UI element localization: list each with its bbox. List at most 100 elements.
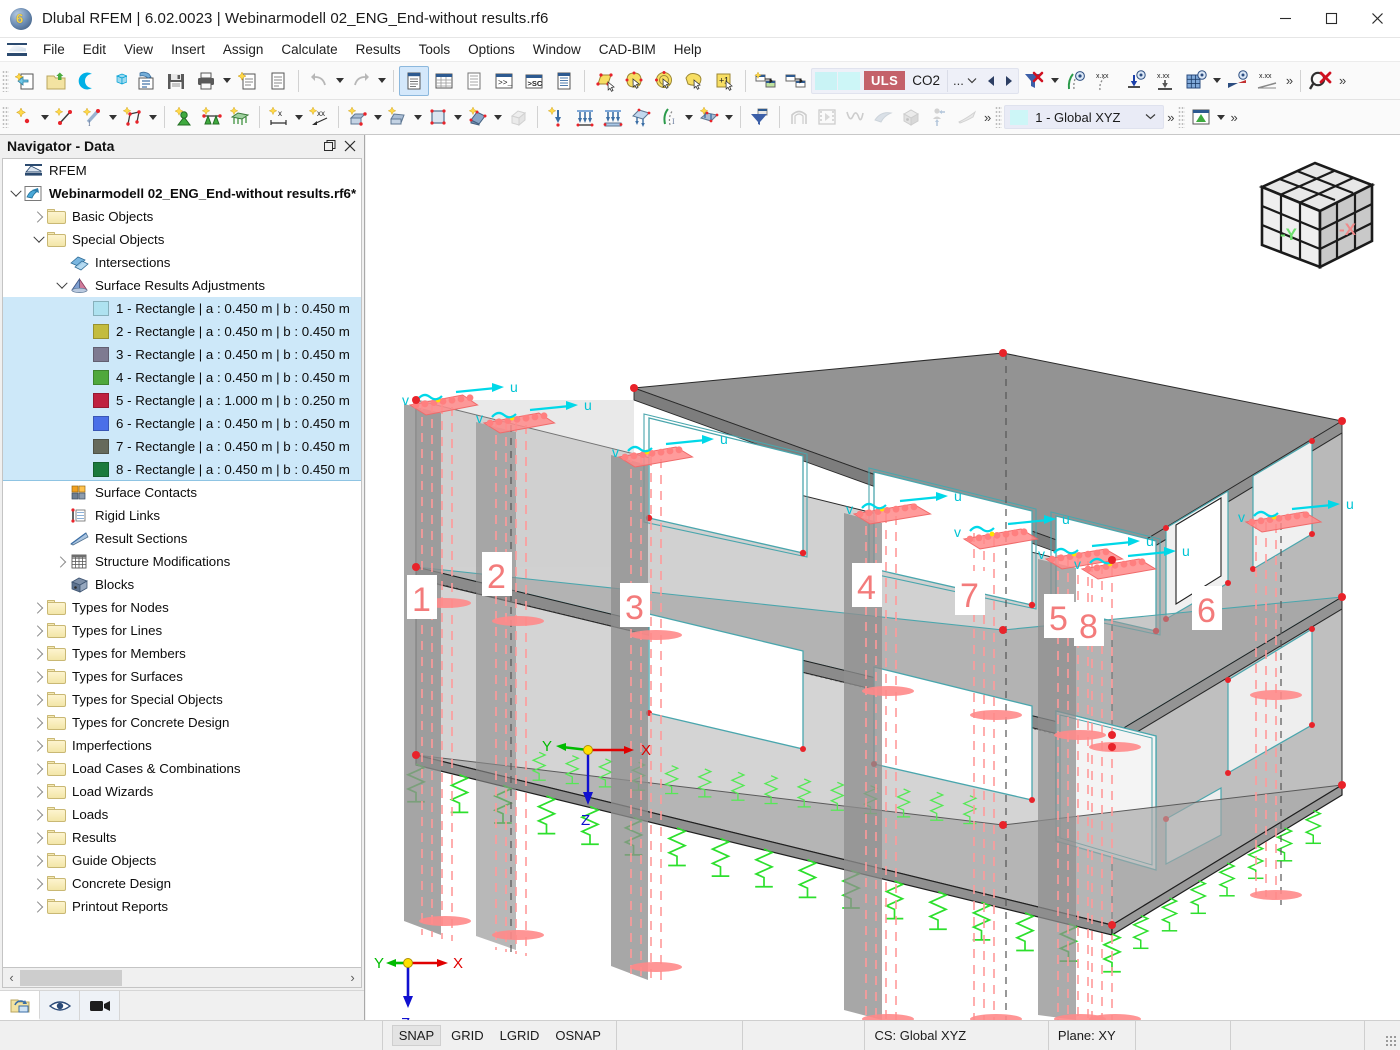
- new-member-load-icon[interactable]: I: [655, 103, 683, 131]
- previous-loadcase-button[interactable]: [982, 70, 1000, 92]
- tree-item-rfem[interactable]: RFEM: [3, 159, 361, 182]
- undo-dropdown-arrow[interactable]: [334, 67, 346, 95]
- tree-item-types-for-lines[interactable]: Types for Lines: [3, 619, 361, 642]
- zoom-reset-icon[interactable]: [1306, 66, 1336, 96]
- chevron-right-icon[interactable]: [31, 780, 47, 803]
- support-reaction-value-icon[interactable]: x.xx: [1151, 66, 1181, 96]
- select-surface-icon[interactable]: [590, 66, 620, 96]
- chevron-right-icon[interactable]: [31, 665, 47, 688]
- menu-help[interactable]: Help: [665, 39, 711, 60]
- modeling-toolbar-grip[interactable]: [2, 106, 9, 128]
- open-cloud-icon[interactable]: [71, 66, 101, 96]
- new-coordinate-dimension-icon[interactable]: xx: [305, 103, 333, 131]
- design-toolbar-grip[interactable]: [1178, 106, 1186, 128]
- chevron-right-icon[interactable]: [54, 550, 70, 573]
- wireframe-view-icon[interactable]: [841, 103, 869, 131]
- tree-item-types-for-concrete-design[interactable]: Types for Concrete Design: [3, 711, 361, 734]
- info-panel-icon[interactable]: [549, 66, 579, 96]
- modeling-toolbar-overflow[interactable]: »: [981, 110, 993, 125]
- script-console-icon[interactable]: >SC: [519, 66, 549, 96]
- nav-tab-display[interactable]: [40, 991, 80, 1020]
- toolbar-grip[interactable]: [2, 69, 9, 92]
- chevron-down-icon[interactable]: [54, 274, 70, 297]
- new-imposed-load-icon[interactable]: [695, 103, 723, 131]
- new-line-support-icon[interactable]: [198, 103, 226, 131]
- tree-item-load-wizards[interactable]: Load Wizards: [3, 780, 361, 803]
- console-icon[interactable]: >>_: [489, 66, 519, 96]
- tables-panel-icon[interactable]: [429, 66, 459, 96]
- tree-item-surface-results-adjustments[interactable]: Surface Results Adjustments: [3, 274, 361, 297]
- tree-item-2-rectangle-a-0-450-m-b-0-450-m[interactable]: 2 - Rectangle | a : 0.450 m | b : 0.450 …: [3, 320, 361, 343]
- maximize-button[interactable]: [1308, 0, 1354, 38]
- tree-item-1-rectangle-a-0-450-m-b-0-450-m[interactable]: 1 - Rectangle | a : 0.450 m | b : 0.450 …: [3, 297, 361, 320]
- menu-insert[interactable]: Insert: [162, 39, 214, 60]
- navigator-tree[interactable]: RFEM Webinarmodell 02_ENG_End-without res…: [2, 158, 362, 968]
- model-description-icon[interactable]: [131, 66, 161, 96]
- tree-item-printout-reports[interactable]: Printout Reports: [3, 895, 361, 918]
- animation-icon[interactable]: [813, 103, 841, 131]
- toolbar-overflow-button-2[interactable]: »: [1336, 73, 1348, 88]
- menu-calculate[interactable]: Calculate: [272, 39, 346, 60]
- new-surface-quad-icon[interactable]: [384, 103, 412, 131]
- filter-dropdown-arrow[interactable]: [1049, 67, 1061, 95]
- new-dimension-icon[interactable]: x: [265, 103, 293, 131]
- tree-item-special-objects[interactable]: Special Objects: [3, 228, 361, 251]
- concrete-design-dropdown-arrow[interactable]: [1215, 103, 1227, 131]
- new-node-icon[interactable]: [11, 103, 39, 131]
- deformation-value-icon[interactable]: x.xx: [1091, 66, 1121, 96]
- new-surface-dropdown-arrow[interactable]: [372, 103, 384, 131]
- load-combination-icon[interactable]: [781, 66, 811, 96]
- new-nodal-support-icon[interactable]: [170, 103, 198, 131]
- tree-item-loads[interactable]: Loads: [3, 803, 361, 826]
- tree-item-7-rectangle-a-0-450-m-b-0-450-m[interactable]: 7 - Rectangle | a : 0.450 m | b : 0.450 …: [3, 435, 361, 458]
- status-osnap-toggle[interactable]: OSNAP: [549, 1026, 607, 1045]
- open-folder-icon[interactable]: [41, 66, 71, 96]
- filter-icon[interactable]: [1019, 66, 1049, 96]
- resize-grip[interactable]: [1383, 1021, 1400, 1050]
- show-deformation-icon[interactable]: [1061, 66, 1091, 96]
- new-solid-dropdown-arrow[interactable]: [492, 103, 504, 131]
- status-lgrid-toggle[interactable]: LGRID: [494, 1026, 546, 1045]
- select-crossing-region-icon[interactable]: [650, 66, 680, 96]
- tree-item-rigid-links[interactable]: Rigid Links: [3, 504, 361, 527]
- scroll-left-button[interactable]: ‹: [3, 969, 20, 987]
- load-case-selector[interactable]: ULS CO2 ...: [811, 67, 1019, 94]
- status-grid-toggle[interactable]: GRID: [445, 1026, 490, 1045]
- status-snap-toggle[interactable]: SNAP: [391, 1025, 442, 1046]
- menu-assign[interactable]: Assign: [214, 39, 273, 60]
- coordinate-system-selector[interactable]: 1 - Global XYZ: [1004, 105, 1165, 129]
- tree-item-4-rectangle-a-0-450-m-b-0-450-m[interactable]: 4 - Rectangle | a : 0.450 m | b : 0.450 …: [3, 366, 361, 389]
- new-node-dropdown-arrow[interactable]: [39, 103, 51, 131]
- close-button[interactable]: [1354, 0, 1400, 38]
- design-toolbar-overflow[interactable]: »: [1227, 110, 1239, 125]
- print-icon[interactable]: [191, 66, 221, 96]
- structural-model-3d[interactable]: uv uvuvuvuvuvuvuv 12345 678 X Y Z X Y: [366, 135, 1400, 1020]
- status-plane[interactable]: Plane: XY: [1049, 1021, 1137, 1050]
- chevron-right-icon[interactable]: [31, 711, 47, 734]
- new-opening-icon[interactable]: [424, 103, 452, 131]
- new-opening-dropdown-arrow[interactable]: [452, 103, 464, 131]
- tree-item-types-for-special-objects[interactable]: Types for Special Objects: [3, 688, 361, 711]
- concrete-design-icon[interactable]: [1187, 103, 1215, 131]
- chevron-down-icon[interactable]: [31, 228, 47, 251]
- tree-item-results[interactable]: Results: [3, 826, 361, 849]
- tree-item-result-sections[interactable]: Result Sections: [3, 527, 361, 550]
- cs-toolbar-grip[interactable]: [995, 106, 1003, 128]
- tree-item-intersections[interactable]: Intersections: [3, 251, 361, 274]
- redo-dropdown-arrow[interactable]: [376, 67, 388, 95]
- toolbar-overflow-button[interactable]: »: [1283, 73, 1295, 88]
- tree-item-webinarmodell-02-eng-end-without-results-rf6[interactable]: Webinarmodell 02_ENG_End-without results…: [3, 182, 361, 205]
- nav-tab-data[interactable]: [0, 991, 40, 1020]
- new-block-icon[interactable]: [504, 103, 532, 131]
- tree-item-3-rectangle-a-0-450-m-b-0-450-m[interactable]: 3 - Rectangle | a : 0.450 m | b : 0.450 …: [3, 343, 361, 366]
- navigator-restore-button[interactable]: [320, 137, 340, 155]
- new-line-load-icon[interactable]: [571, 103, 599, 131]
- model-viewport[interactable]: uvuvuvuvuvuvuvuv 12345678 X Y Z X Y -Y -…: [366, 135, 1400, 1020]
- tree-item-types-for-surfaces[interactable]: Types for Surfaces: [3, 665, 361, 688]
- new-surface-load-icon[interactable]: [599, 103, 627, 131]
- new-surface-rect-icon[interactable]: [344, 103, 372, 131]
- tree-item-guide-objects[interactable]: Guide Objects: [3, 849, 361, 872]
- tree-item-blocks[interactable]: Blocks: [3, 573, 361, 596]
- cs-toolbar-overflow[interactable]: »: [1164, 110, 1176, 125]
- clipping-plane-icon[interactable]: [953, 103, 981, 131]
